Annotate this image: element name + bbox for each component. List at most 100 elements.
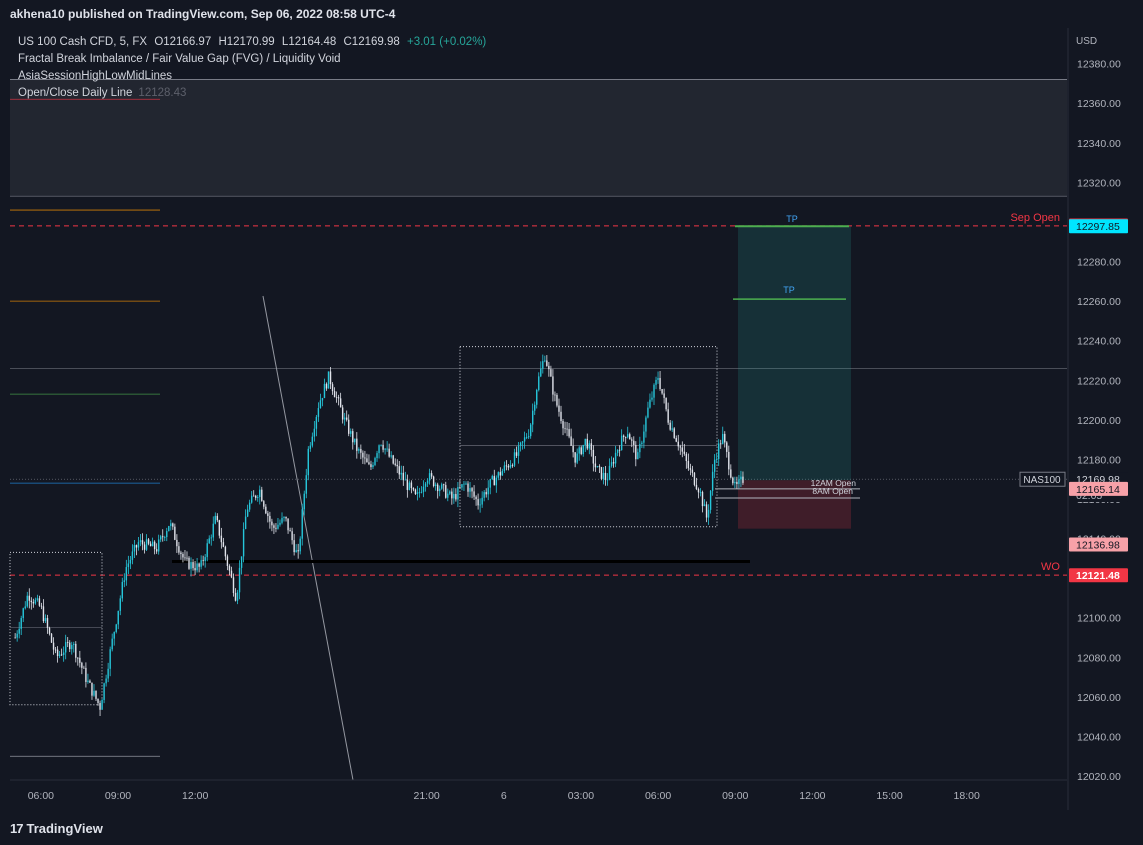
candle-body [683,451,686,454]
chart-area[interactable]: Sep Open WO TP TP 12AM Open 8AM Open USD 12020.… [0,28,1143,810]
y-tick-label: 12360.00 [1077,98,1121,110]
candle-body [426,480,429,484]
candle-body [166,531,168,538]
candle-body [432,476,435,487]
candle-body [434,484,437,487]
candle-body [62,652,65,655]
candle-body [416,492,419,495]
candle-body [119,598,121,611]
candle-body [329,371,332,385]
candle-body [422,486,425,492]
candle-body [588,443,591,449]
candle-body [717,443,720,459]
candle-body [188,557,190,569]
candle-body [461,484,463,488]
footer: 17 TradingView [0,810,1143,845]
candle-body [34,599,37,604]
candle-body [372,465,374,468]
legend-indicator-fvg[interactable]: Fractal Break Imbalance / Fair Value Gap… [18,51,490,68]
candle-body [129,559,132,564]
candle-body [610,462,613,466]
candle-body [493,476,495,486]
candle-body [218,520,221,536]
candle-body [487,487,489,495]
candle-body [713,459,716,472]
candle-body [67,642,69,643]
candle-body [323,383,326,399]
candle-body [257,496,259,498]
candle-body [531,410,534,425]
candle-body [216,515,219,521]
candle-body [234,592,237,601]
legend-indicator-daily-value: 12128.43 [138,87,187,99]
candle-body [109,649,111,669]
x-tick-label: 03:00 [568,790,594,802]
candle-body [380,444,382,446]
candle-body [730,469,732,478]
candle-body [616,449,619,453]
legend-indicator-asia[interactable]: AsiaSessionHighLowMidLines [18,68,490,85]
x-tick-label: 15:00 [876,790,902,802]
candle-body [651,397,653,400]
candle-body [147,539,150,544]
candle-body [604,472,607,480]
candle-body [424,483,427,487]
candle-body [319,400,322,409]
candle-body [194,568,196,571]
candle-body [612,462,615,464]
candle-body [279,522,281,525]
currency-label: USD [1076,36,1097,47]
candle-body [497,472,500,478]
y-tick-label: 12020.00 [1077,771,1121,783]
tradingview-logo[interactable]: 17 TradingView [10,821,103,836]
candle-body [580,447,582,455]
candle-body [28,595,31,601]
candle-body [388,448,390,457]
candle-body [695,484,698,490]
tradingview-brand: TradingView [26,821,103,836]
candle-body [529,424,532,437]
candle-body [491,476,493,480]
candle-body [105,678,107,684]
long-target-zone[interactable] [738,226,851,481]
y-tick-label: 12380.00 [1077,59,1121,71]
y-tick-label: 12320.00 [1077,177,1121,189]
candle-body [527,436,530,438]
candle-body [673,428,675,438]
candle-body [550,369,552,377]
candle-body [441,484,443,489]
candle-body [521,441,524,443]
candle-body [64,642,67,653]
candle-body [252,495,255,497]
candle-body [311,436,314,446]
x-tick-label: 06:00 [645,790,671,802]
candle-body [637,452,639,460]
candle-body [511,464,514,466]
candle-body [250,495,253,503]
candle-body [576,453,578,463]
candle-body [131,551,134,560]
candle-body [162,536,164,538]
candle-body [184,557,186,559]
candle-body [671,428,673,430]
candle-body [661,389,663,394]
y-tick-label: 12200.00 [1077,415,1121,427]
candle-body [265,506,267,514]
candle-body [438,488,441,492]
candle-body [125,567,128,581]
candle-body [58,654,61,657]
candle-body [457,487,459,500]
candle-body [525,437,528,439]
candle-body [297,550,299,552]
legend-indicator-daily[interactable]: Open/Close Daily Line 12128.43 [18,85,490,102]
candle-body [24,606,26,609]
candle-body [600,467,603,479]
candle-body [356,438,358,451]
candle-body [622,435,625,437]
candle-body [536,389,538,405]
price-chart[interactable]: Sep OpenWOTPTP12AM Open8AM OpenUSD12020.… [0,28,1143,810]
candle-body [681,447,684,452]
candle-body [627,434,629,438]
candle-body [560,411,562,422]
candle-body [614,452,617,464]
